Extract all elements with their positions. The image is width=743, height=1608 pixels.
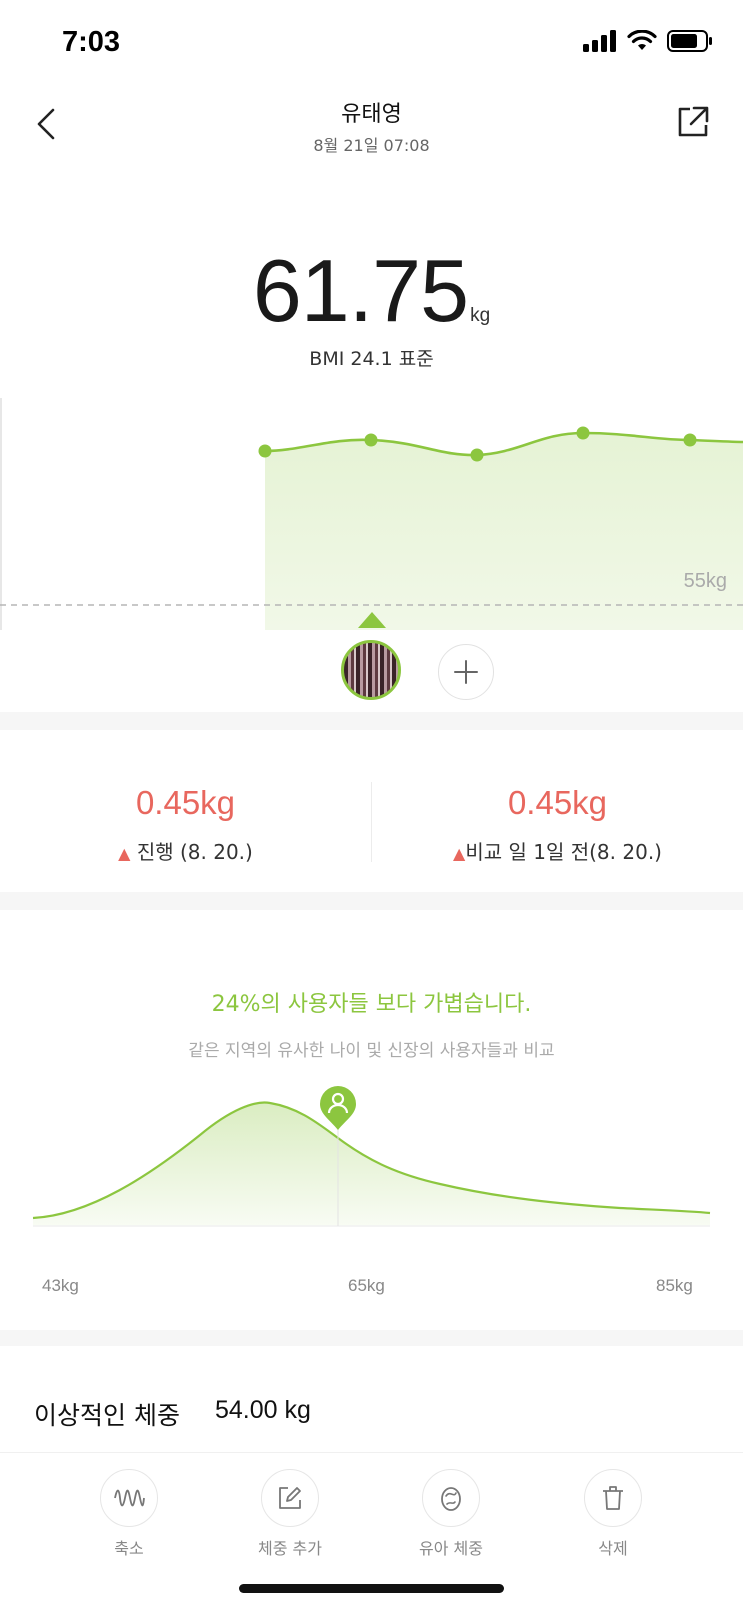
trend-area	[265, 433, 743, 630]
increase-triangle-icon: ▲	[453, 844, 466, 863]
nav-bar: 유태영 8월 21일 07:08	[0, 90, 743, 170]
weight-display: 61.75 kg	[0, 240, 743, 342]
distribution-chart	[0, 1080, 743, 1280]
add-weight-circle	[261, 1469, 319, 1527]
avatar[interactable]	[341, 640, 401, 700]
wifi-icon	[627, 30, 657, 50]
user-selector	[0, 630, 743, 712]
progress-value: 0.45kg	[135, 784, 236, 821]
section-divider	[0, 1330, 743, 1346]
page-subtitle: 8월 21일 07:08	[313, 136, 430, 155]
previous-day-label: 비교 일 1일 전(8. 20.)	[465, 840, 662, 864]
section-divider	[0, 712, 743, 730]
plus-icon	[454, 660, 478, 684]
trend-point	[258, 444, 272, 458]
delete-circle	[584, 1469, 642, 1527]
page-title: 유태영	[341, 102, 402, 127]
add-weight-button[interactable]: 체중 추가	[230, 1469, 350, 1559]
signal-icon	[583, 30, 616, 52]
wave-icon	[114, 1489, 145, 1507]
battery-icon	[667, 30, 712, 52]
ideal-weight-row: 이상적인 체중 54.00 kg	[0, 1346, 743, 1452]
ideal-weight-value: 54.00 kg	[215, 1396, 311, 1424]
distribution-headline: 24%의 사용자들 보다 가볍습니다.	[211, 992, 532, 1017]
weight-trend-chart[interactable]: 55kg	[0, 398, 743, 630]
progress-compare: 0.45kg ▲ 진행 (8. 20.)	[0, 730, 371, 892]
weight-comparison: 0.45kg ▲ 진행 (8. 20.) 0.45kg ▲비교 일 1일 전(8…	[0, 730, 743, 892]
trend-point	[470, 448, 484, 462]
shrink-circle	[100, 1469, 158, 1527]
home-indicator[interactable]	[239, 1584, 504, 1593]
user-pin-icon	[320, 1086, 356, 1130]
section-divider	[0, 892, 743, 910]
baby-weight-button[interactable]: 유아 체중	[391, 1469, 511, 1559]
shrink-label: 축소	[114, 1539, 144, 1558]
progress-row: ▲ 진행 (8. 20.)	[0, 836, 371, 865]
increase-triangle-icon: ▲	[118, 844, 131, 863]
baby-icon	[441, 1487, 461, 1511]
ideal-weight-label: 이상적인 체중	[34, 1401, 180, 1430]
reference-label: 55kg	[683, 570, 727, 592]
tick-label-mid: 65kg	[348, 1276, 385, 1295]
baby-weight-circle	[422, 1469, 480, 1527]
previous-day-compare: 0.45kg ▲비교 일 1일 전(8. 20.)	[372, 730, 743, 892]
weight-unit: kg	[470, 305, 491, 326]
delete-label: 삭제	[598, 1539, 628, 1558]
weight-value: 61.75	[252, 241, 469, 340]
tick-label-max: 85kg	[656, 1276, 693, 1295]
delete-button[interactable]: 삭제	[553, 1469, 673, 1559]
share-button[interactable]	[675, 104, 715, 144]
previous-day-row: ▲비교 일 1일 전(8. 20.)	[372, 836, 743, 865]
tick-label-min: 43kg	[42, 1276, 79, 1295]
baby-weight-label: 유아 체중	[419, 1539, 483, 1558]
shrink-button[interactable]: 축소	[69, 1469, 189, 1559]
edit-icon	[279, 1487, 301, 1509]
previous-day-value: 0.45kg	[507, 784, 608, 821]
status-bar: 7:03	[0, 0, 743, 90]
share-icon	[678, 106, 709, 137]
weight-distribution: 24%의 사용자들 보다 가볍습니다. 같은 지역의 유사한 나이 및 신장의 …	[0, 910, 743, 1330]
status-time: 7:03	[62, 26, 121, 58]
progress-label: 진행 (8. 20.)	[136, 840, 253, 864]
trash-icon	[603, 1486, 623, 1510]
trend-point	[576, 426, 590, 440]
bmi-text: BMI 24.1 표준	[309, 348, 434, 370]
status-icons	[583, 30, 713, 52]
trend-point	[364, 433, 378, 447]
trend-point	[683, 433, 697, 447]
add-weight-label: 체중 추가	[258, 1539, 322, 1558]
distribution-subtitle: 같은 지역의 유사한 나이 및 신장의 사용자들과 비교	[188, 1041, 555, 1061]
add-user-button[interactable]	[438, 644, 494, 700]
